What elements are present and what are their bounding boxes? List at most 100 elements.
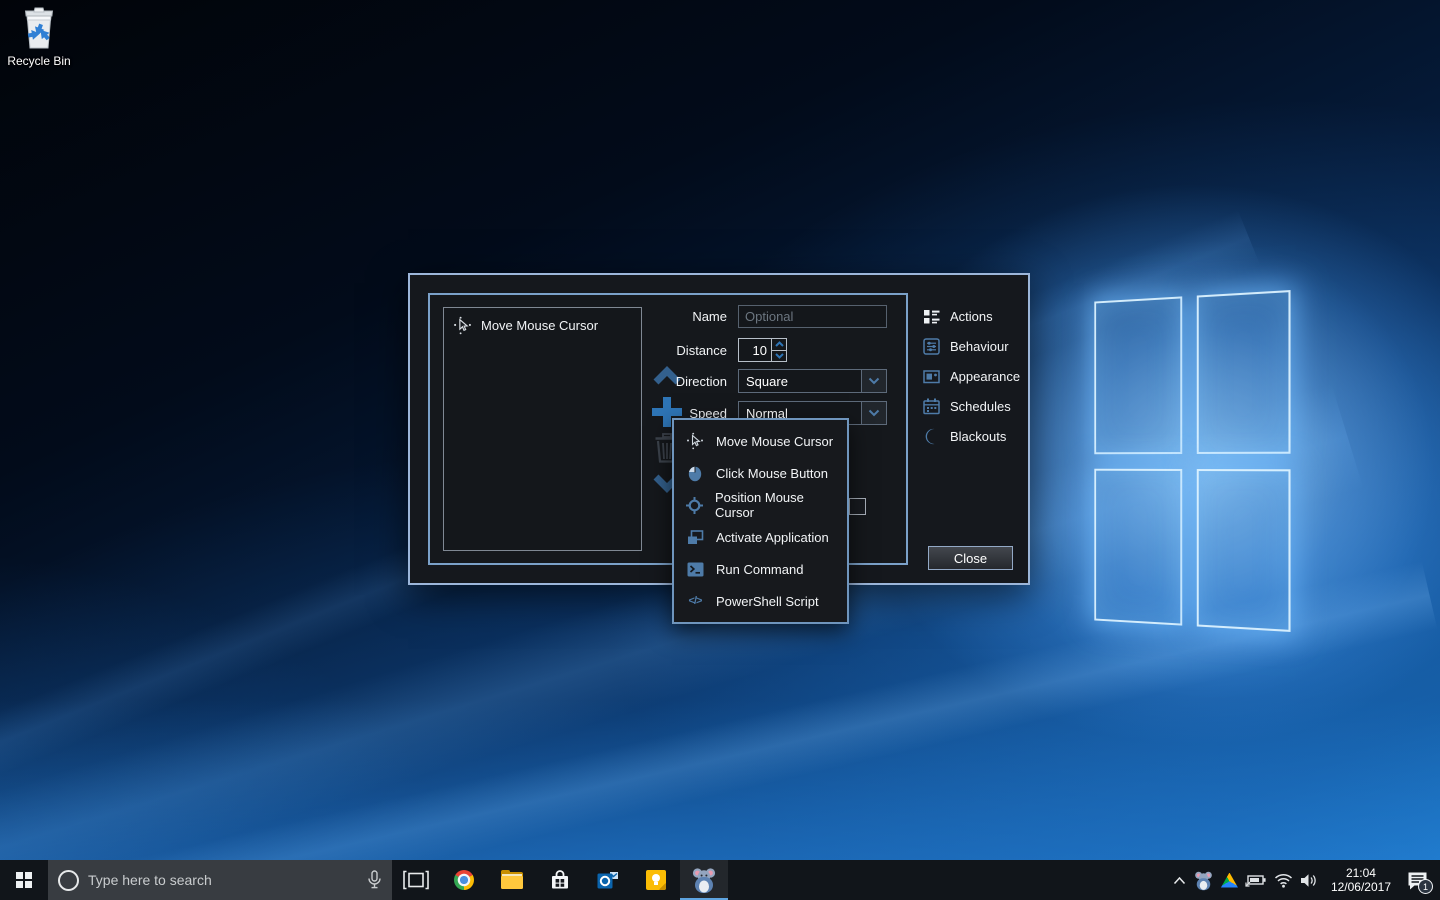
menu-item-move-mouse-cursor[interactable]: Move Mouse Cursor — [674, 425, 847, 457]
distance-decrement-button[interactable] — [772, 351, 786, 362]
code-icon: </> — [686, 595, 704, 607]
appearance-icon — [922, 368, 940, 385]
tray-move-mouse-icon[interactable] — [1193, 870, 1214, 891]
taskbar-move-mouse-button[interactable] — [680, 860, 728, 900]
speed-dropdown-button[interactable] — [861, 402, 886, 424]
name-input[interactable] — [738, 305, 887, 328]
distance-increment-button[interactable] — [772, 339, 786, 351]
clock-time: 21:04 — [1331, 866, 1391, 880]
mouse-icon — [686, 464, 704, 482]
clock-date: 12/06/2017 — [1331, 880, 1391, 894]
spinner-up-icon — [775, 341, 784, 347]
taskbar-explorer-button[interactable] — [488, 860, 536, 900]
system-tray: 21:04 12/06/2017 1 — [1167, 860, 1440, 900]
action-item-label: Move Mouse Cursor — [481, 318, 598, 333]
microphone-icon[interactable] — [367, 870, 382, 890]
nav-label: Appearance — [950, 369, 1020, 384]
action-list-item[interactable]: Move Mouse Cursor — [444, 308, 641, 343]
search-placeholder: Type here to search — [88, 872, 358, 888]
direction-label: Direction — [626, 374, 738, 389]
start-button[interactable] — [0, 860, 48, 900]
move-mouse-cursor-icon — [686, 432, 704, 450]
blackouts-moon-icon — [922, 428, 940, 445]
menu-item-position-mouse-cursor[interactable]: Position Mouse Cursor — [674, 489, 847, 521]
nav-item-schedules[interactable]: Schedules — [922, 391, 1022, 421]
chevron-down-icon — [868, 409, 880, 417]
task-view-icon — [403, 870, 429, 890]
option-checkbox[interactable] — [849, 498, 866, 515]
target-icon — [686, 497, 703, 514]
menu-item-click-mouse-button[interactable]: Click Mouse Button — [674, 457, 847, 489]
menu-item-label: Run Command — [716, 562, 803, 577]
file-explorer-icon — [501, 872, 523, 889]
terminal-icon — [686, 562, 704, 577]
notification-badge: 1 — [1418, 879, 1433, 894]
nav-label: Blackouts — [950, 429, 1006, 444]
windows-logo-pane — [1196, 290, 1290, 453]
tray-drive-icon[interactable] — [1221, 873, 1238, 888]
windows-logo-pane — [1094, 296, 1181, 453]
actions-icon — [922, 308, 940, 325]
windows-logo-pane — [1094, 468, 1181, 625]
chrome-icon — [454, 870, 474, 890]
direction-dropdown-button[interactable] — [861, 370, 886, 392]
nav-item-blackouts[interactable]: Blackouts — [922, 421, 1022, 451]
taskbar-empty-area — [728, 860, 1167, 900]
nav-label: Actions — [950, 309, 993, 324]
action-center-button[interactable]: 1 — [1404, 868, 1430, 892]
windows-app-icon — [686, 529, 704, 546]
spinner-down-icon — [775, 353, 784, 359]
microsoft-store-icon — [550, 870, 570, 890]
menu-item-powershell-script[interactable]: </> PowerShell Script — [674, 585, 847, 617]
cortana-icon — [58, 870, 79, 891]
close-button[interactable]: Close — [928, 546, 1013, 570]
recycle-bin-shortcut[interactable]: Recycle Bin — [2, 4, 76, 68]
taskbar-outlook-button[interactable] — [584, 860, 632, 900]
task-view-button[interactable] — [392, 860, 440, 900]
menu-item-label: Position Mouse Cursor — [715, 490, 835, 520]
nav-label: Schedules — [950, 399, 1011, 414]
taskbar-keep-button[interactable] — [632, 860, 680, 900]
keep-notes-icon — [646, 870, 666, 890]
behaviour-icon — [922, 338, 940, 355]
taskbar-search[interactable]: Type here to search — [48, 860, 392, 900]
distance-value: 10 — [739, 339, 771, 361]
add-action-menu: Move Mouse Cursor Click Mouse Button — [672, 418, 849, 624]
menu-item-label: Activate Application — [716, 530, 829, 545]
tray-wifi-icon[interactable] — [1274, 873, 1293, 888]
wallpaper-beam — [0, 700, 1440, 860]
menu-item-label: PowerShell Script — [716, 594, 819, 609]
move-mouse-app-icon — [690, 866, 718, 894]
windows-logo-glow — [985, 240, 1435, 700]
nav-item-appearance[interactable]: Appearance — [922, 361, 1022, 391]
taskbar-clock[interactable]: 21:04 12/06/2017 — [1325, 866, 1397, 894]
windows-start-icon — [16, 872, 33, 889]
name-label: Name — [626, 309, 738, 324]
tray-expand-chevron-icon[interactable] — [1173, 876, 1186, 885]
menu-item-run-command[interactable]: Run Command — [674, 553, 847, 585]
taskbar-chrome-button[interactable] — [440, 860, 488, 900]
taskbar-store-button[interactable] — [536, 860, 584, 900]
nav-item-actions[interactable]: Actions — [922, 301, 1022, 331]
distance-label: Distance — [626, 343, 738, 358]
windows-logo-pane — [1196, 469, 1290, 632]
menu-item-label: Move Mouse Cursor — [716, 434, 833, 449]
tray-volume-icon[interactable] — [1300, 873, 1318, 888]
direction-select[interactable]: Square — [738, 369, 887, 393]
chevron-down-icon — [868, 377, 880, 385]
direction-value: Square — [739, 370, 861, 392]
recycle-bin-label: Recycle Bin — [2, 54, 76, 68]
move-mouse-cursor-icon — [453, 316, 472, 335]
nav-label: Behaviour — [950, 339, 1009, 354]
nav-item-behaviour[interactable]: Behaviour — [922, 331, 1022, 361]
distance-stepper[interactable]: 10 — [738, 338, 787, 362]
recycle-bin-icon — [15, 4, 63, 52]
menu-item-activate-application[interactable]: Activate Application — [674, 521, 847, 553]
outlook-icon — [597, 870, 619, 890]
schedules-icon — [922, 398, 940, 415]
action-listbox[interactable]: Move Mouse Cursor — [443, 307, 642, 551]
windows-logo-wallpaper — [1094, 290, 1290, 632]
tray-battery-icon[interactable] — [1245, 873, 1267, 887]
desktop: Recycle Bin Move Mouse Cursor — [0, 0, 1440, 900]
window-nav: Actions Behaviour — [922, 301, 1022, 451]
